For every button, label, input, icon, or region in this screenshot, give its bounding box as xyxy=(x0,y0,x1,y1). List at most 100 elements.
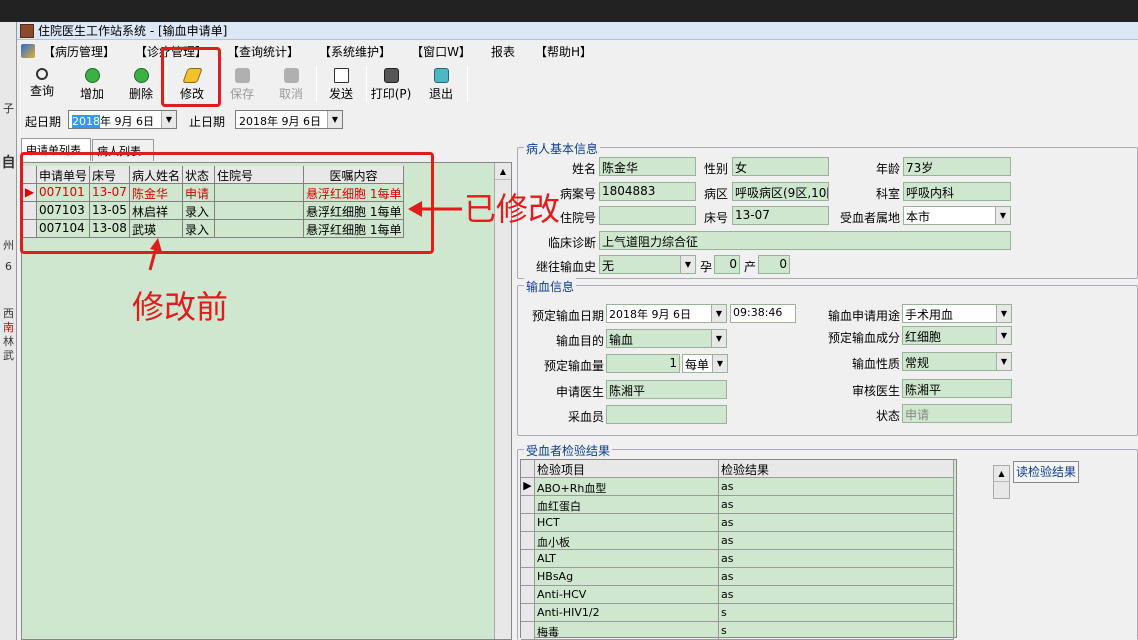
test-results-scrollbar[interactable]: ▲ xyxy=(993,465,1010,499)
app-icon xyxy=(20,23,34,38)
field-label: 申请医生 xyxy=(555,385,604,399)
chevron-down-icon[interactable]: ▼ xyxy=(996,327,1011,344)
region-select[interactable]: 本市 ▼ xyxy=(903,206,1011,225)
chevron-down-icon[interactable]: ▼ xyxy=(712,355,727,372)
test-item-cell: 血红蛋白 xyxy=(535,496,719,514)
menu-system[interactable]: 【系统维护】 xyxy=(319,43,391,60)
pregnancy-field[interactable]: 0 xyxy=(714,255,740,274)
save-button[interactable]: 保存 xyxy=(218,64,266,104)
menu-app-icon[interactable] xyxy=(21,44,35,58)
chevron-down-icon[interactable]: ▼ xyxy=(711,305,726,322)
send-button[interactable]: 发送 xyxy=(317,64,365,104)
top-bar xyxy=(0,0,1138,22)
strip-text: 自 xyxy=(1,155,16,171)
collector-field[interactable] xyxy=(606,405,727,424)
column-header[interactable]: 检验结果 xyxy=(719,460,954,478)
scroll-up-icon[interactable]: ▲ xyxy=(495,163,511,180)
toolbar-separator xyxy=(467,66,468,102)
test-result-cell: as xyxy=(719,478,954,496)
status-field[interactable]: 申请 xyxy=(902,404,1012,423)
table-row[interactable]: 梅毒 s xyxy=(521,622,954,640)
end-date-picker[interactable]: 2018年 9月 6日 ▼ xyxy=(235,110,343,129)
patient-age-field[interactable]: 73岁 xyxy=(903,157,1011,176)
chevron-down-icon[interactable]: ▼ xyxy=(327,111,342,128)
table-row[interactable]: HCT as xyxy=(521,514,954,532)
strip-text: 州 xyxy=(3,239,14,252)
applicant-field[interactable]: 陈湘平 xyxy=(606,380,727,399)
component-select[interactable]: 红细胞 ▼ xyxy=(902,326,1012,345)
reviewer-field[interactable]: 陈湘平 xyxy=(902,379,1012,398)
patient-name-field[interactable]: 陈金华 xyxy=(599,157,696,176)
purpose-select[interactable]: 输血 ▼ xyxy=(606,329,727,348)
group-title: 病人基本信息 xyxy=(524,140,601,157)
dept-field[interactable]: 呼吸内科 xyxy=(903,182,1011,201)
row-indicator xyxy=(521,460,535,478)
chevron-down-icon[interactable]: ▼ xyxy=(995,207,1010,224)
column-header[interactable]: 检验项目 xyxy=(535,460,719,478)
table-row[interactable]: Anti-HCV as xyxy=(521,586,954,604)
table-row[interactable]: Anti-HIV1/2 s xyxy=(521,604,954,622)
delete-button[interactable]: 删除 xyxy=(117,64,165,104)
field-label: 预定输血成分 xyxy=(827,331,900,345)
birth-field[interactable]: 0 xyxy=(758,255,790,274)
unit-select[interactable]: 每单 ▼ xyxy=(682,354,728,373)
exit-button[interactable]: 退出 xyxy=(417,64,465,104)
table-row[interactable]: 血小板 as xyxy=(521,532,954,550)
detail-panel: 病人基本信息 姓名 陈金华 性别 女 年龄 73岁 病案号 1804883 病区… xyxy=(517,139,1138,640)
inpatient-no-field[interactable] xyxy=(599,206,696,225)
start-date-label: 起日期 xyxy=(25,115,62,129)
field-label: 状态 xyxy=(875,409,900,423)
test-result-cell: as xyxy=(719,586,954,604)
strip-text: 武 xyxy=(3,349,14,362)
history-select[interactable]: 无 ▼ xyxy=(599,255,696,274)
use-select[interactable]: 手术用血 ▼ xyxy=(902,304,1012,323)
table-row[interactable]: ALT as xyxy=(521,550,954,568)
field-label: 继往输血史 xyxy=(535,260,596,274)
transfusion-date-picker[interactable]: 2018年 9月 6日 ▼ xyxy=(606,304,727,323)
menu-record[interactable]: 【病历管理】 xyxy=(43,43,115,60)
chevron-down-icon[interactable]: ▼ xyxy=(996,353,1011,370)
bed-field[interactable]: 13-07 xyxy=(732,206,829,225)
list-scrollbar[interactable]: ▲ xyxy=(494,163,511,639)
diagnosis-field[interactable]: 上气道阻力综合征 xyxy=(599,231,1011,250)
table-row[interactable]: HBsAg as xyxy=(521,568,954,586)
chevron-down-icon[interactable]: ▼ xyxy=(711,330,726,347)
chevron-down-icon[interactable]: ▼ xyxy=(161,111,176,128)
main-window: 住院医生工作站系统 - [输血申请单] 【病历管理】 【诊疗管理】 【查询统计】… xyxy=(17,22,1138,640)
menu-window[interactable]: 【窗口W】 xyxy=(411,43,471,60)
menu-help[interactable]: 【帮助H】 xyxy=(535,43,592,60)
patient-sex-field[interactable]: 女 xyxy=(732,157,829,176)
ward-field[interactable]: 呼吸病区(9区,10[ xyxy=(732,182,829,201)
field-label: 病区 xyxy=(703,187,728,201)
annotation-box-list xyxy=(20,152,434,254)
table-row[interactable]: ▶ ABO+Rh血型 as xyxy=(521,478,954,496)
patient-info-group: 病人基本信息 姓名 陈金华 性别 女 年龄 73岁 病案号 1804883 病区… xyxy=(517,140,1138,279)
table-row[interactable]: 血红蛋白 as xyxy=(521,496,954,514)
row-indicator xyxy=(521,568,535,586)
date-filter-bar: 起日期 2018年 9月 6日 ▼ 止日期 2018年 9月 6日 ▼ xyxy=(17,108,517,132)
chevron-down-icon[interactable]: ▼ xyxy=(996,305,1011,322)
region-value: 本市 xyxy=(906,210,931,224)
chevron-down-icon[interactable]: ▼ xyxy=(680,256,695,273)
print-button[interactable]: 打印(P) xyxy=(367,64,415,104)
row-indicator xyxy=(521,532,535,550)
amount-field[interactable]: 1 xyxy=(606,354,680,373)
row-indicator xyxy=(521,586,535,604)
test-item-cell: ABO+Rh血型 xyxy=(535,478,719,496)
add-button[interactable]: 增加 xyxy=(68,64,116,104)
cancel-button[interactable]: 取消 xyxy=(267,64,315,104)
transfusion-time-spinner[interactable]: 09:38:46 xyxy=(730,304,796,323)
menu-query-stats[interactable]: 【查询统计】 xyxy=(227,43,299,60)
read-test-results-button[interactable]: 读检验结果 xyxy=(1013,461,1079,483)
menu-report[interactable]: 报表 xyxy=(491,43,515,60)
start-date-picker[interactable]: 2018年 9月 6日 ▼ xyxy=(68,110,177,129)
field-label: 输血申请用途 xyxy=(827,309,900,323)
test-item-cell: HCT xyxy=(535,514,719,532)
field-label: 孕 xyxy=(699,260,712,274)
scroll-up-icon[interactable]: ▲ xyxy=(994,466,1009,482)
nature-value: 常规 xyxy=(905,356,930,370)
case-no-field[interactable]: 1804883 xyxy=(599,182,696,201)
query-button[interactable]: 查询 xyxy=(18,64,66,104)
nature-select[interactable]: 常规 ▼ xyxy=(902,352,1012,371)
group-title: 受血者检验结果 xyxy=(524,442,613,459)
